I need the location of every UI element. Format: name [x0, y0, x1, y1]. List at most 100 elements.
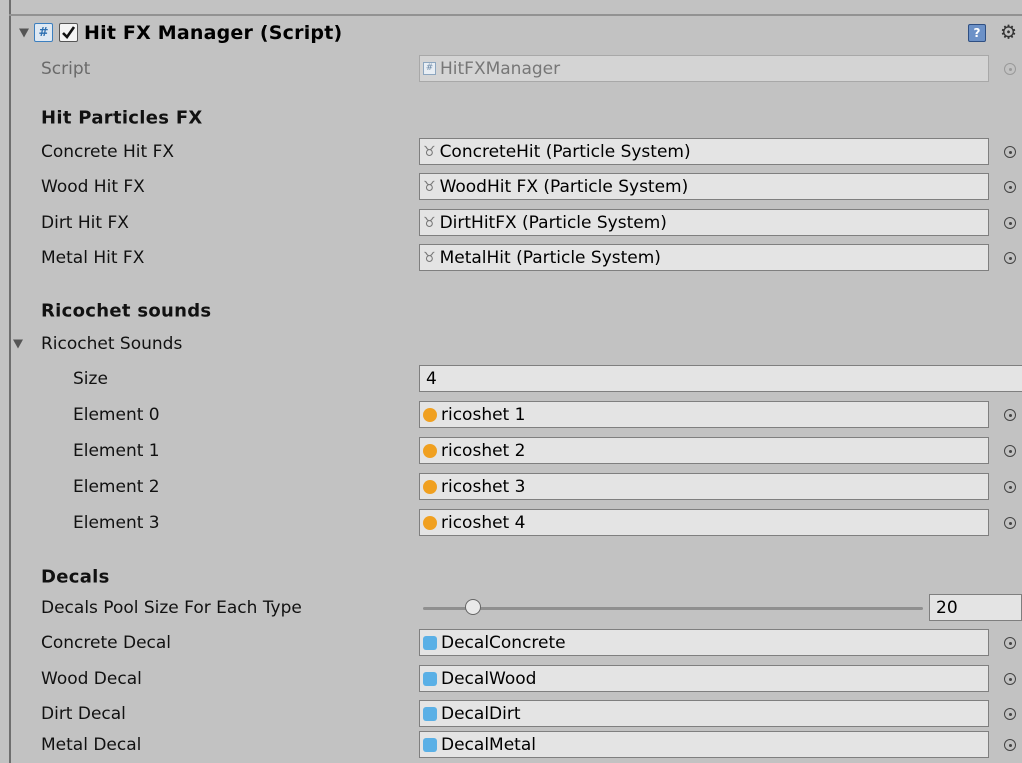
field-label: Wood Hit FX	[41, 177, 145, 197]
object-picker-icon[interactable]	[1004, 445, 1016, 457]
object-picker-icon[interactable]	[1004, 146, 1016, 158]
ricochet-header-row: Ricochet sounds	[9, 293, 1022, 329]
object-value: WoodHit FX (Particle System)	[439, 176, 689, 197]
array-element-row: Element 2 ricoshet 3	[9, 469, 1022, 505]
section-decals: Decals	[41, 566, 110, 588]
object-picker-icon[interactable]	[1004, 252, 1016, 264]
component-title: Hit FX Manager (Script)	[84, 22, 343, 44]
metal-hit-fx-row: Metal Hit FX ♉ MetalHit (Particle System…	[9, 240, 1022, 276]
field-label: Dirt Decal	[41, 704, 126, 724]
object-picker-icon	[1004, 63, 1016, 75]
array-element-row: Element 1 ricoshet 2	[9, 433, 1022, 469]
prefab-cube-icon	[423, 737, 437, 752]
object-field[interactable]: DecalConcrete	[419, 629, 989, 656]
audio-clip-icon	[423, 479, 437, 494]
section-ricochet: Ricochet sounds	[41, 300, 212, 322]
script-label: Script	[41, 59, 91, 79]
audio-clip-icon	[423, 443, 437, 458]
object-field[interactable]: DecalDirt	[419, 700, 989, 727]
audio-clip-icon	[423, 407, 437, 422]
section-hit-particles: Hit Particles FX	[41, 107, 203, 129]
prefab-cube-icon	[423, 635, 437, 650]
object-field[interactable]: ricoshet 2	[419, 437, 989, 464]
object-field[interactable]: ♉ DirtHitFX (Particle System)	[419, 209, 989, 236]
foldout-arrow-icon[interactable]	[19, 28, 29, 38]
object-picker-icon[interactable]	[1004, 409, 1016, 421]
particle-system-icon: ♉	[423, 178, 436, 195]
pool-size-input[interactable]: 20	[929, 594, 1022, 621]
object-value: ricoshet 3	[441, 476, 526, 497]
help-book-icon[interactable]: ?	[968, 24, 986, 42]
object-picker-icon[interactable]	[1004, 637, 1016, 649]
foldout-arrow-icon[interactable]	[13, 339, 23, 349]
object-picker-icon[interactable]	[1004, 481, 1016, 493]
audio-clip-icon	[423, 515, 437, 530]
element-label: Element 1	[73, 441, 160, 461]
array-size-row: Size 4	[9, 361, 1022, 397]
pool-size-value: 20	[936, 597, 958, 618]
prefab-cube-icon	[423, 706, 437, 721]
prefab-cube-icon	[423, 671, 437, 686]
element-label: Element 0	[73, 405, 160, 425]
object-picker-icon[interactable]	[1004, 181, 1016, 193]
gear-icon[interactable]: ⚙	[1000, 23, 1017, 43]
object-value: DecalWood	[441, 668, 537, 689]
ricochet-array-row[interactable]: Ricochet Sounds	[9, 326, 1022, 362]
object-picker-icon[interactable]	[1004, 708, 1016, 720]
particle-system-icon: ♉	[423, 214, 436, 231]
object-field[interactable]: DecalMetal	[419, 731, 989, 758]
object-picker-icon[interactable]	[1004, 517, 1016, 529]
hit-particles-header-row: Hit Particles FX	[9, 100, 1022, 136]
slider-thumb[interactable]	[465, 599, 481, 615]
wood-decal-row: Wood Decal DecalWood	[9, 661, 1022, 697]
dirt-hit-fx-row: Dirt Hit FX ♉ DirtHitFX (Particle System…	[9, 205, 1022, 241]
component-header[interactable]: # Hit FX Manager (Script) ? ⚙	[9, 15, 1022, 51]
object-field[interactable]: ricoshet 4	[419, 509, 989, 536]
array-label: Ricochet Sounds	[41, 334, 183, 354]
object-field[interactable]: DecalWood	[419, 665, 989, 692]
csharp-script-icon: #	[423, 62, 436, 75]
wood-hit-fx-row: Wood Hit FX ♉ WoodHit FX (Particle Syste…	[9, 169, 1022, 205]
object-field[interactable]: ♉ ConcreteHit (Particle System)	[419, 138, 989, 165]
particle-system-icon: ♉	[423, 143, 436, 160]
field-label: Metal Hit FX	[41, 248, 145, 268]
script-field: # HitFXManager	[419, 55, 989, 82]
object-value: ConcreteHit (Particle System)	[439, 141, 691, 162]
element-label: Element 3	[73, 513, 160, 533]
array-element-row: Element 3 ricoshet 4	[9, 505, 1022, 541]
inspector-panel: # Hit FX Manager (Script) ? ⚙ Script # H…	[9, 0, 1022, 763]
field-label: Concrete Decal	[41, 633, 172, 653]
object-value: DirtHitFX (Particle System)	[439, 212, 667, 233]
pool-size-slider[interactable]	[423, 607, 923, 610]
script-row: Script # HitFXManager	[9, 51, 1022, 87]
object-field[interactable]: ♉ MetalHit (Particle System)	[419, 244, 989, 271]
array-element-row: Element 0 ricoshet 1	[9, 397, 1022, 433]
size-value: 4	[426, 368, 437, 389]
field-label: Concrete Hit FX	[41, 142, 174, 162]
checkbox-checked-icon	[62, 26, 76, 40]
object-value: DecalDirt	[441, 703, 521, 724]
pool-size-row: Decals Pool Size For Each Type 20	[9, 590, 1022, 626]
object-value: MetalHit (Particle System)	[439, 247, 661, 268]
object-value: DecalMetal	[441, 734, 536, 755]
field-label: Metal Decal	[41, 735, 142, 755]
object-value: ricoshet 4	[441, 512, 526, 533]
concrete-hit-fx-row: Concrete Hit FX ♉ ConcreteHit (Particle …	[9, 134, 1022, 170]
size-input[interactable]: 4	[419, 365, 1022, 392]
particle-system-icon: ♉	[423, 249, 436, 266]
enable-checkbox[interactable]	[59, 23, 78, 42]
object-value: ricoshet 2	[441, 440, 526, 461]
csharp-script-icon: #	[34, 23, 53, 42]
object-field[interactable]: ♉ WoodHit FX (Particle System)	[419, 173, 989, 200]
object-field[interactable]: ricoshet 1	[419, 401, 989, 428]
object-value: DecalConcrete	[441, 632, 566, 653]
object-picker-icon[interactable]	[1004, 673, 1016, 685]
object-value: ricoshet 1	[441, 404, 526, 425]
object-picker-icon[interactable]	[1004, 739, 1016, 751]
metal-decal-row: Metal Decal DecalMetal	[9, 727, 1022, 763]
element-label: Element 2	[73, 477, 160, 497]
object-field[interactable]: ricoshet 3	[419, 473, 989, 500]
object-picker-icon[interactable]	[1004, 217, 1016, 229]
concrete-decal-row: Concrete Decal DecalConcrete	[9, 625, 1022, 661]
script-value: HitFXManager	[440, 58, 561, 79]
